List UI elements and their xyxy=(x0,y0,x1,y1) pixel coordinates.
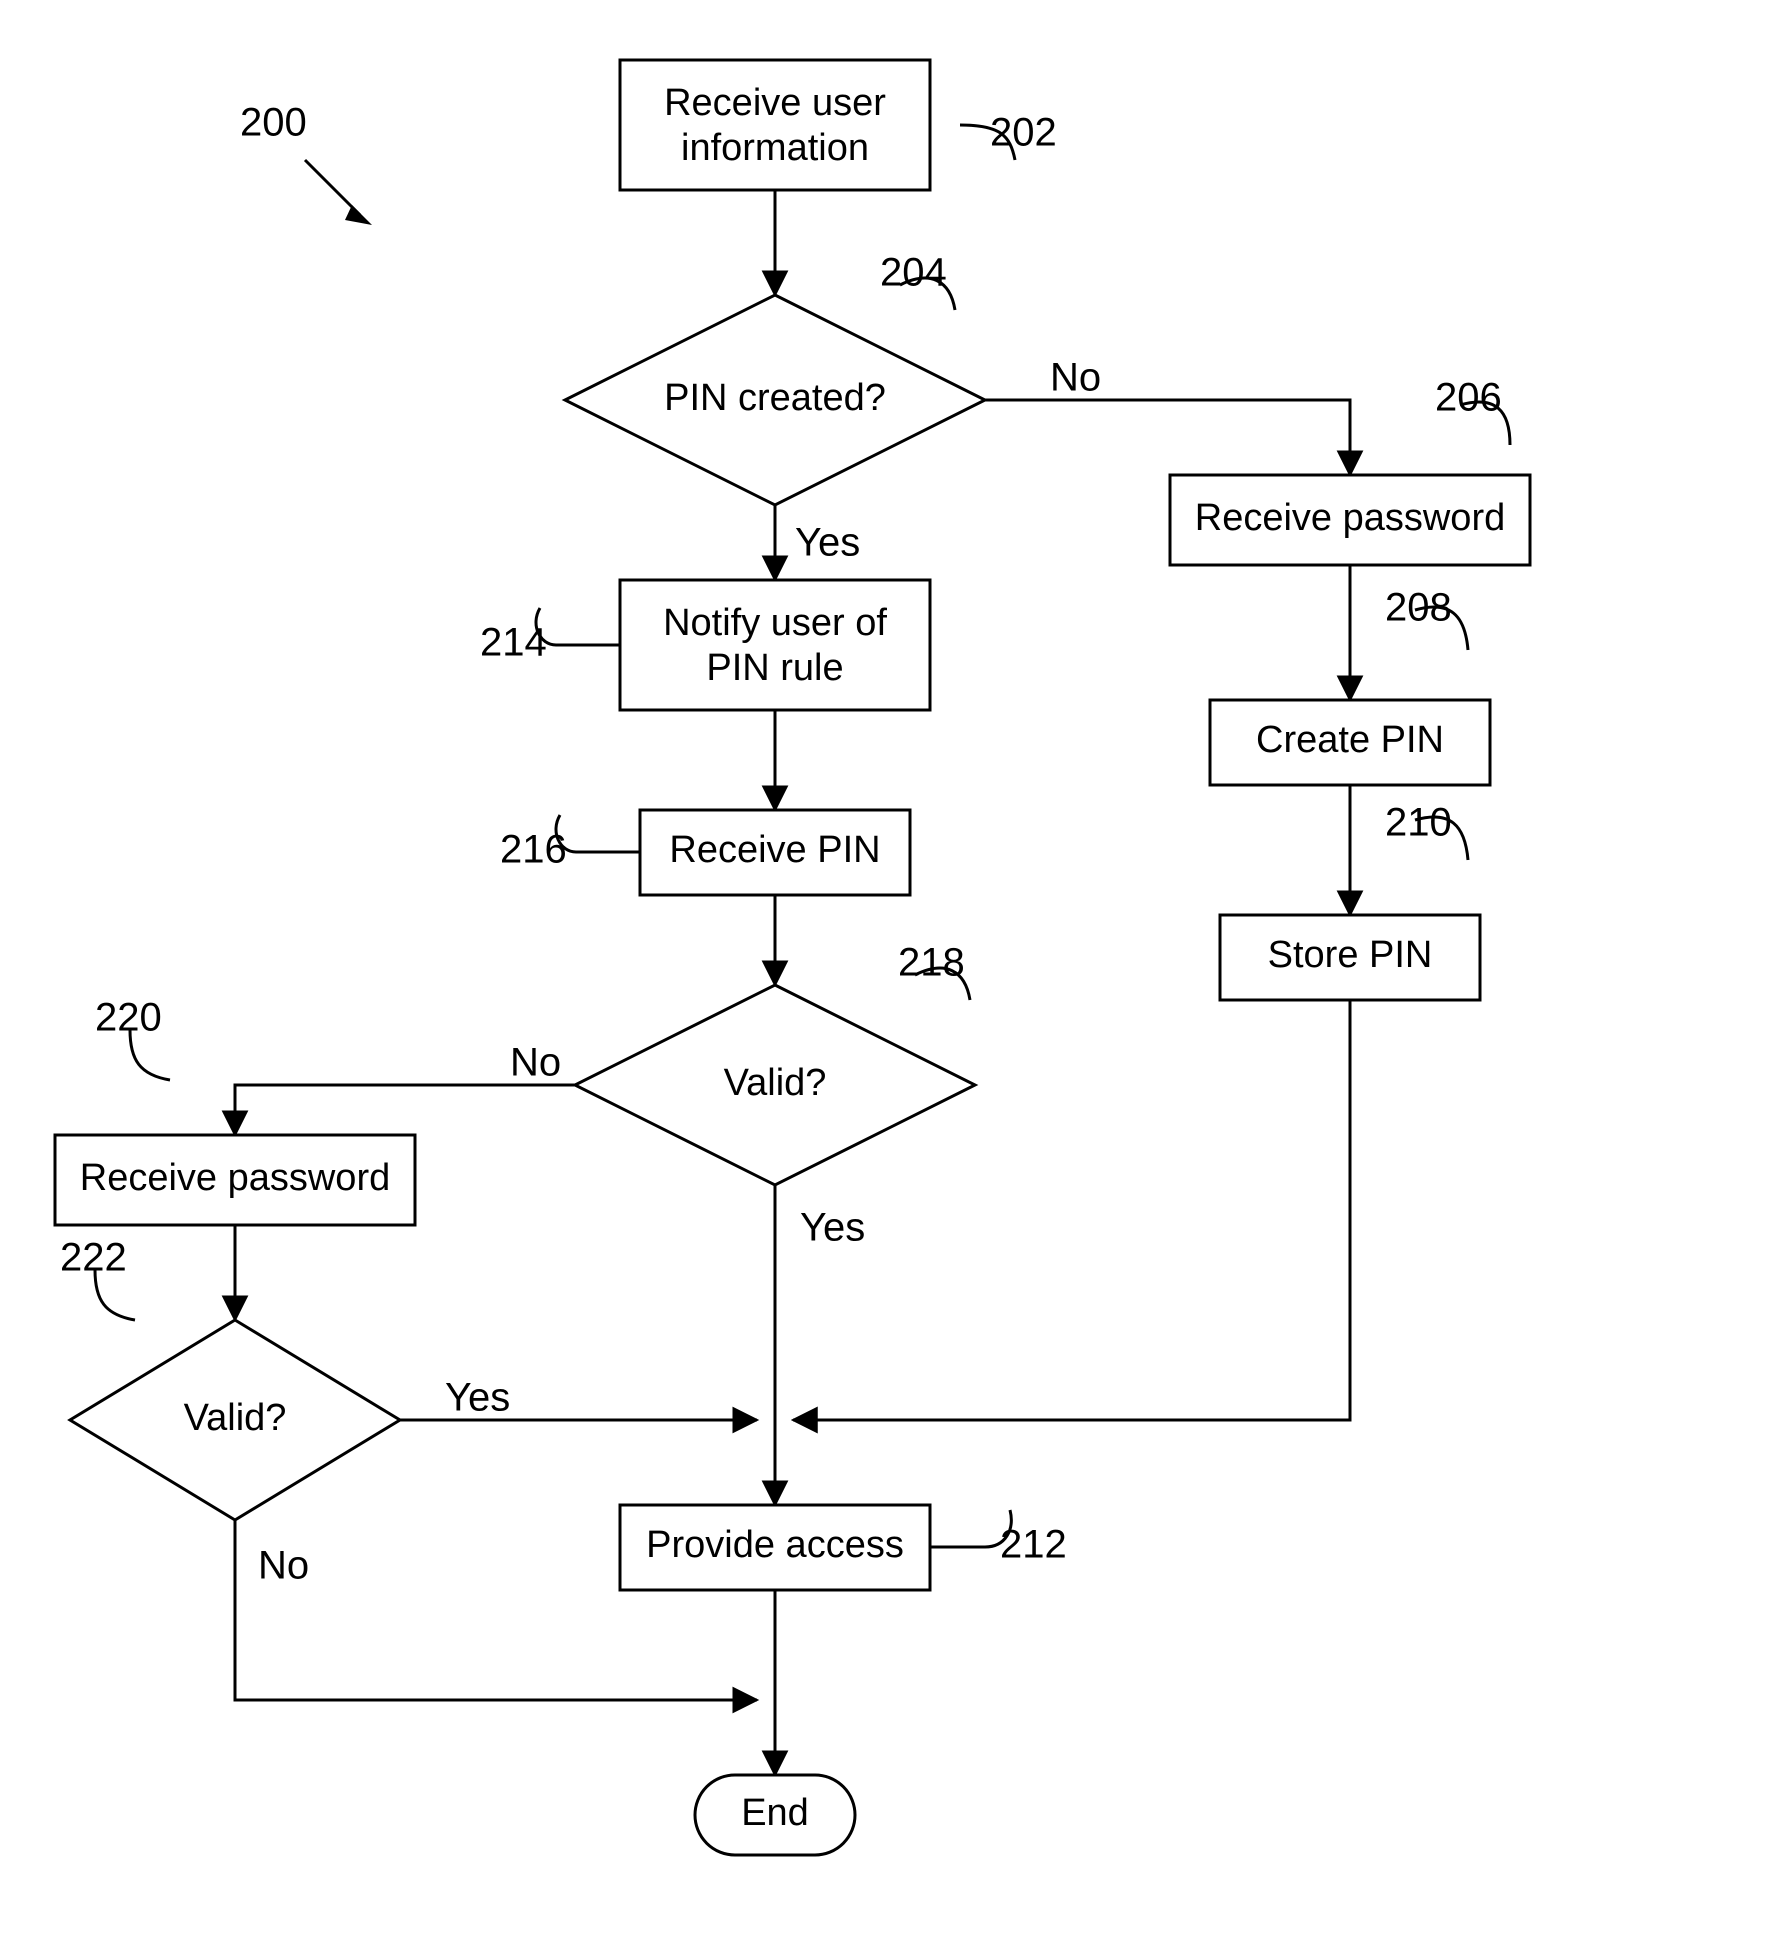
node-206-text: Receive password xyxy=(1195,497,1505,539)
node-notify-pin-rule xyxy=(620,580,930,710)
edge-222-no: No xyxy=(258,1544,309,1588)
edge-218-no: No xyxy=(510,1041,561,1085)
ref-222: 222 xyxy=(60,1236,127,1280)
node-208-text: Create PIN xyxy=(1256,719,1444,761)
edge-218-yes: Yes xyxy=(800,1206,865,1250)
node-210-text: Store PIN xyxy=(1268,934,1433,976)
edge-222-yes: Yes xyxy=(445,1376,510,1420)
node-receive-user-info xyxy=(620,60,930,190)
node-216-text: Receive PIN xyxy=(669,829,880,871)
ref-206: 206 xyxy=(1435,376,1502,420)
edge-204-yes: Yes xyxy=(795,521,860,565)
node-212-text: Provide access xyxy=(646,1524,904,1566)
ref-220: 220 xyxy=(95,996,162,1040)
node-204-text: PIN created? xyxy=(664,377,886,419)
ref-208: 208 xyxy=(1385,586,1452,630)
ref-216: 216 xyxy=(500,828,567,872)
ref-210: 210 xyxy=(1385,801,1452,845)
node-202-line1: Receive user xyxy=(664,82,886,124)
edge-204-no: No xyxy=(1050,356,1101,400)
figure-ref-200: 200 xyxy=(240,101,307,145)
node-218-text: Valid? xyxy=(724,1062,827,1104)
flowchart: 200 Receive user information 202 PIN cre… xyxy=(0,0,1775,1956)
node-end-text: End xyxy=(741,1792,809,1834)
node-220-text: Receive password xyxy=(80,1157,390,1199)
node-214-line1: Notify user of xyxy=(663,602,887,644)
node-214-line2: PIN rule xyxy=(706,647,843,689)
ref-214: 214 xyxy=(480,621,547,665)
node-202-line2: information xyxy=(681,127,869,169)
node-222-text: Valid? xyxy=(184,1397,287,1439)
ref-204: 204 xyxy=(880,251,947,295)
ref-202: 202 xyxy=(990,111,1057,155)
ref-218: 218 xyxy=(898,941,965,985)
ref-212: 212 xyxy=(1000,1523,1067,1567)
